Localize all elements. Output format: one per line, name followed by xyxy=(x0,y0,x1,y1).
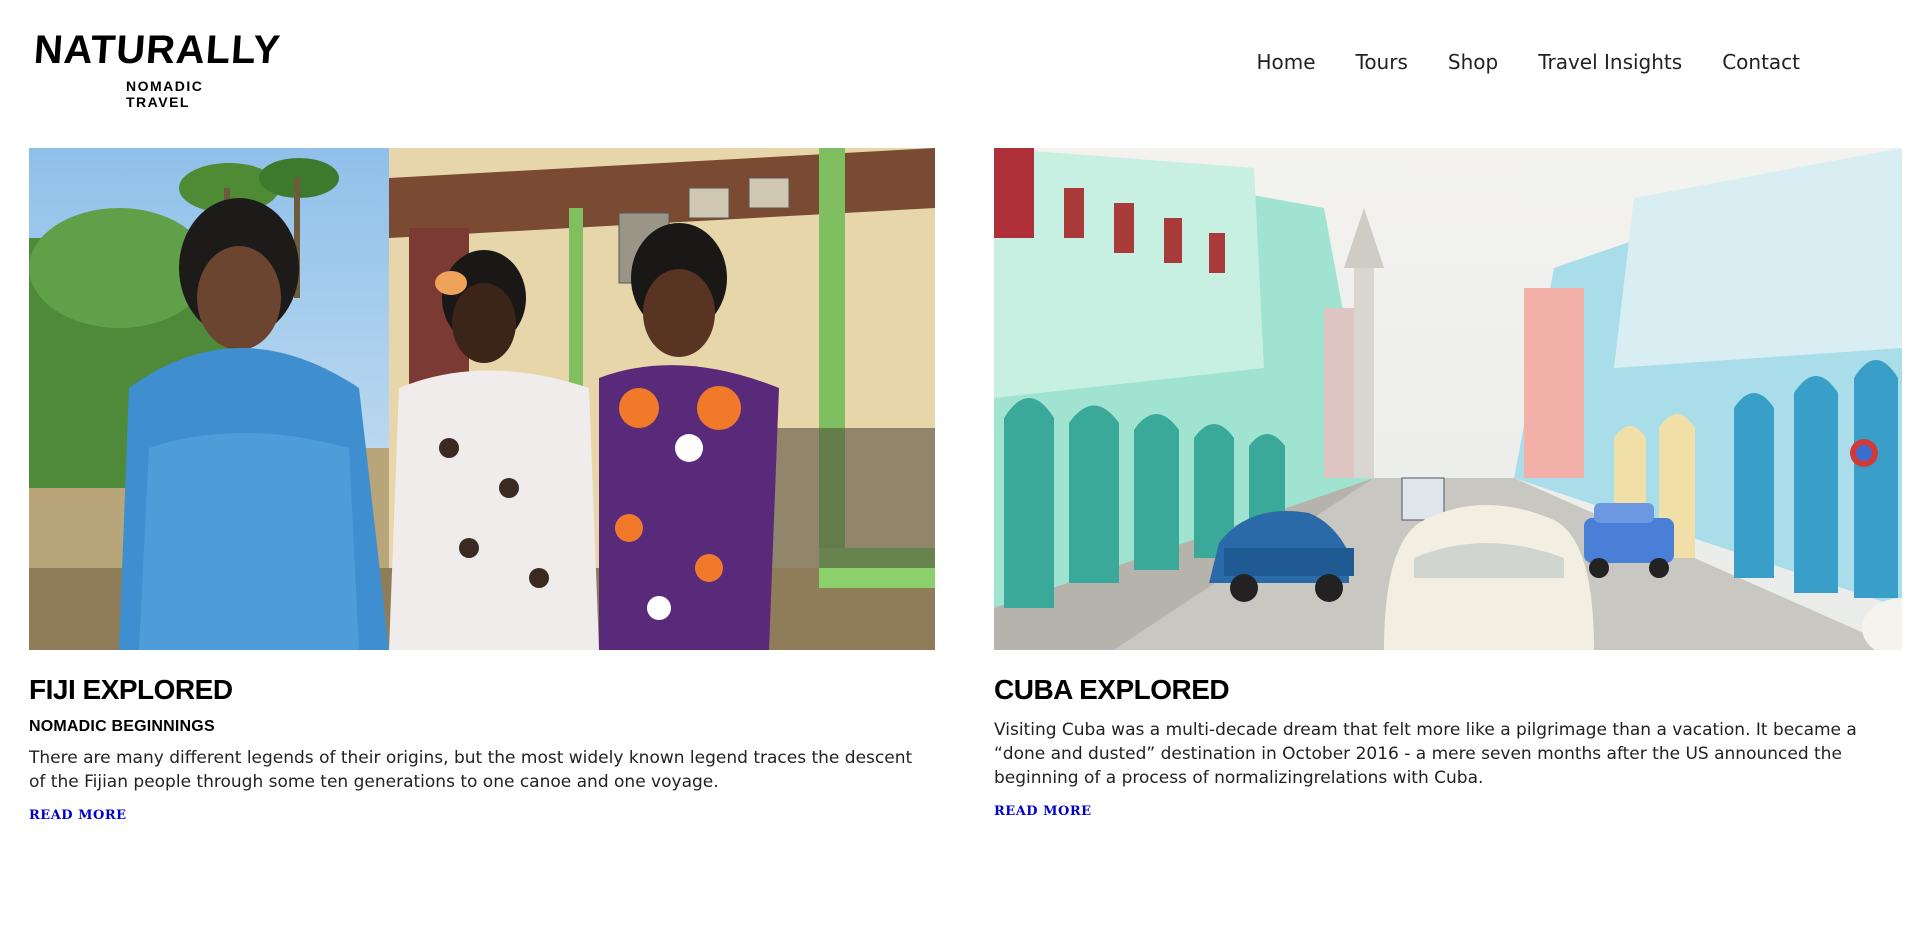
read-more-link[interactable]: READ MORE xyxy=(29,808,127,823)
nav-shop[interactable]: Shop xyxy=(1448,50,1498,74)
nav-home[interactable]: Home xyxy=(1256,50,1315,74)
post-title[interactable]: CUBA EXPLORED xyxy=(994,674,1902,706)
cuba-photo-illustration xyxy=(994,148,1902,650)
logo-wordmark: NATURALLY xyxy=(32,28,283,72)
nav-travel-insights[interactable]: Travel Insights xyxy=(1538,50,1682,74)
post-image-fiji[interactable] xyxy=(29,148,935,650)
post-title[interactable]: FIJI EXPLORED xyxy=(29,674,935,706)
post-excerpt: There are many different legends of thei… xyxy=(29,748,913,792)
post-card-cuba: CUBA EXPLORED Visiting Cuba was a multi-… xyxy=(994,148,1902,819)
logo-tagline: NOMADIC TRAVEL xyxy=(126,78,204,110)
post-card-fiji: FIJI EXPLORED NOMADIC BEGINNINGS There a… xyxy=(29,148,935,823)
post-image-cuba[interactable] xyxy=(994,148,1902,650)
fiji-photo-illustration xyxy=(29,148,935,650)
read-more-link[interactable]: READ MORE xyxy=(994,804,1092,819)
post-excerpt: Visiting Cuba was a multi-decade dream t… xyxy=(994,720,1857,788)
site-logo[interactable]: NATURALLY NOMADIC TRAVEL xyxy=(32,28,282,110)
nav-contact[interactable]: Contact xyxy=(1722,50,1800,74)
main-nav: Home Tours Shop Travel Insights Contact xyxy=(1256,50,1800,74)
site-header: NATURALLY NOMADIC TRAVEL Home Tours Shop… xyxy=(0,0,1920,130)
nav-tours[interactable]: Tours xyxy=(1356,50,1408,74)
post-subtitle: NOMADIC BEGINNINGS xyxy=(29,718,215,735)
